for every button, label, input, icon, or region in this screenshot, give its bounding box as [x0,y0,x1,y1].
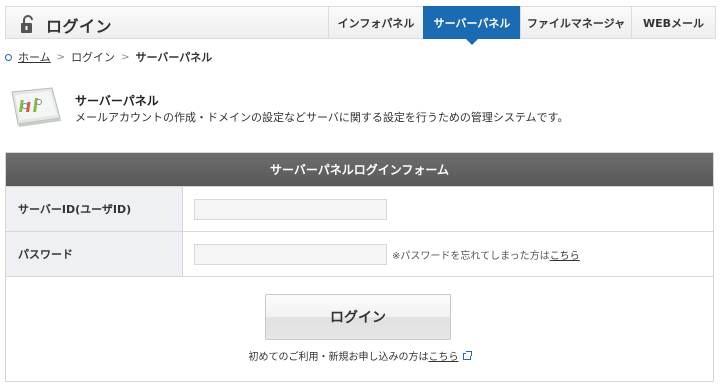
tab-webmail[interactable]: WEBメール [631,6,715,39]
forgot-password-text: ※パスワードを忘れてしまった方は [392,250,550,262]
password-cell: ※パスワードを忘れてしまった方はこちら [183,232,713,276]
server-id-cell [183,187,713,231]
password-input[interactable] [194,243,387,265]
intro-title: サーバーパネル [75,94,159,108]
forgot-password-link[interactable]: こちら [550,251,580,262]
login-form: サーバーパネルログインフォーム サーバーID(ユーザID) パスワード ※パスワ… [5,152,714,382]
external-link-icon [462,351,472,360]
signup-link[interactable]: こちら [429,352,459,363]
nav-tabs: インフォパネル サーバーパネル ファイルマネージャ WEBメール [328,6,715,45]
breadcrumb-home-link[interactable]: ホーム [18,49,51,65]
password-row: パスワード ※パスワードを忘れてしまった方はこちら [6,231,713,276]
form-heading: サーバーパネルログインフォーム [6,153,713,186]
breadcrumb-bullet-icon [5,53,12,61]
server-id-label: サーバーID(ユーザID) [6,187,183,231]
breadcrumb-current: サーバーパネル [135,51,213,64]
intro-description: メールアカウントの作成・ドメインの設定などサーバに関する設定を行うための管理シス… [75,111,569,124]
page-title: ログイン [18,13,112,37]
tab-server-panel[interactable]: サーバーパネル [423,6,520,45]
server-id-input[interactable] [194,198,387,220]
tab-file-manager[interactable]: ファイルマネージャ [520,6,631,39]
signup-note: 初めてのご利用・新規お申し込みの方はこちら [6,348,713,363]
signup-text: 初めてのご利用・新規お申し込みの方は [248,352,429,363]
header-bar: ログイン インフォパネル サーバーパネル ファイルマネージャ WEBメール [5,6,716,45]
lock-icon [18,15,38,35]
breadcrumb: ホーム > ログイン > サーバーパネル [5,49,212,65]
tab-info-panel[interactable]: インフォパネル [328,6,423,39]
breadcrumb-item-login: ログイン [71,51,116,64]
chevron-right-icon: > [121,51,130,63]
forgot-password-note: ※パスワードを忘れてしまった方はこちら [392,247,580,262]
chevron-right-icon: > [56,51,66,63]
server-panel-icon [8,84,64,128]
header-title-text: ログイン [46,17,113,36]
server-id-row: サーバーID(ユーザID) [6,186,713,231]
submit-area: ログイン 初めてのご利用・新規お申し込みの方はこちら [6,276,713,381]
login-button[interactable]: ログイン [265,294,451,340]
password-label: パスワード [6,232,183,276]
